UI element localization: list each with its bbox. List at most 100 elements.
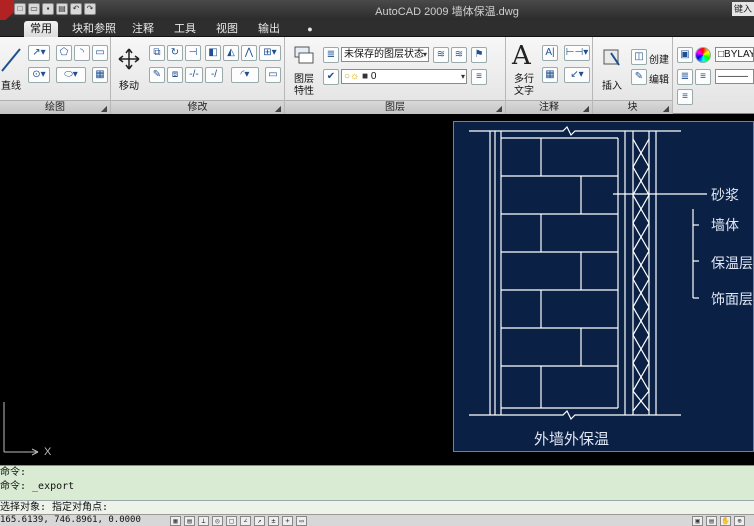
tab-output[interactable]: 输出 — [252, 21, 286, 37]
erase-icon[interactable]: ✎ — [149, 67, 165, 83]
extend-icon[interactable]: -/- — [185, 67, 203, 83]
linetype-dropdown[interactable]: ——— — [715, 69, 754, 84]
dyn-icon[interactable]: ± — [268, 516, 279, 526]
break-icon[interactable]: -/ — [205, 67, 223, 83]
osnap-icon[interactable]: □ — [226, 516, 237, 526]
polar-icon[interactable]: ◎ — [212, 516, 223, 526]
layer-isolate-icon[interactable]: ≡ — [471, 69, 487, 85]
layer-state-dropdown[interactable]: 未保存的图层状态 ▾ — [341, 47, 429, 62]
layer-properties-label-2: 特性 — [294, 86, 314, 97]
current-layer-dropdown[interactable]: ○☼ ■ 0 ▾ — [341, 69, 467, 84]
panel-block-label[interactable]: 块 ◢ — [593, 100, 672, 114]
layer-walk-icon[interactable]: ≋ — [451, 47, 467, 63]
fillet-icon[interactable]: ◜▾ — [231, 67, 259, 83]
autocad-window: □ ▭ ▪ ▤ ↶ ↷ AutoCAD 2009 墙体保温.dwg 键入 常用 … — [0, 0, 754, 526]
move-button-label: 移动 — [119, 81, 139, 92]
edit-block-icon[interactable]: ✎ — [631, 69, 647, 85]
panel-draw: 直线 ↗▾ ⬠ ◝ ▭ ⊙▾ ⬭▾ ▦ 绘图 ◢ — [0, 37, 111, 114]
ducs-icon[interactable]: ↗ — [254, 516, 265, 526]
single-line-text-icon[interactable]: A| — [542, 45, 558, 61]
grid-icon[interactable]: ▤ — [184, 516, 195, 526]
move-icon[interactable] — [117, 47, 141, 71]
lineweight-icon[interactable]: ≡ — [677, 89, 693, 105]
create-block-label[interactable]: 创建 — [649, 51, 669, 66]
list-icon[interactable]: ≣ — [677, 69, 693, 85]
color-wheel-icon[interactable] — [695, 47, 711, 63]
tab-tools[interactable]: 工具 — [168, 21, 202, 37]
panel-block: 插入 ◫ 创建 ✎ 编辑 块 ◢ — [593, 37, 673, 114]
command-history-line: 命令: — [0, 467, 27, 478]
ribbon-toggle-icon[interactable]: ● — [300, 21, 320, 37]
panel-layers-label[interactable]: 图层 ◢ — [285, 100, 505, 114]
ellipse-icon[interactable]: ⬭▾ — [56, 67, 86, 83]
multiline-text-icon[interactable]: A — [512, 41, 531, 71]
mirror-icon[interactable]: ⋀ — [241, 45, 257, 61]
tab-view[interactable]: 视图 — [210, 21, 244, 37]
label-finish: 饰面层 — [711, 292, 753, 308]
stretch-icon[interactable]: ◧ — [205, 45, 221, 61]
ucs-icon — [3, 402, 39, 456]
quick-properties-icon[interactable]: ▭ — [296, 516, 307, 526]
insert-button-label: 插入 — [602, 81, 622, 92]
layer-state-icon[interactable]: ≣ — [323, 47, 339, 63]
table-icon[interactable]: ▦ — [542, 67, 558, 83]
rotate-icon[interactable]: ↻ — [167, 45, 183, 61]
panel-modify-label[interactable]: 修改 ◢ — [111, 100, 284, 114]
leader-icon[interactable]: ↙▾ — [564, 67, 590, 83]
circle-icon[interactable]: ⊙▾ — [28, 67, 50, 83]
tab-blocks-references[interactable]: 块和参照 — [66, 21, 122, 37]
polygon-icon[interactable]: ⬠ — [56, 45, 72, 61]
copy-icon[interactable]: ⧉ — [149, 45, 165, 61]
label-mortar: 砂浆 — [711, 188, 739, 204]
layout-icon[interactable]: ▤ — [706, 516, 717, 526]
explode-icon[interactable]: ⧈ — [167, 67, 183, 83]
bylayer-color-dropdown[interactable]: □BYLAY — [715, 47, 754, 62]
lineweight-toggle-icon[interactable]: + — [282, 516, 293, 526]
rectangle-icon[interactable]: ▭ — [92, 45, 108, 61]
insert-block-icon[interactable] — [601, 47, 623, 69]
command-history: 命令: 命令: _export — [0, 465, 754, 500]
tab-home[interactable]: 常用 — [24, 21, 58, 37]
model-space-icon[interactable]: ▣ — [692, 516, 703, 526]
tab-annotate[interactable]: 注释 — [126, 21, 160, 37]
ribbon: 直线 ↗▾ ⬠ ◝ ▭ ⊙▾ ⬭▾ ▦ 绘图 ◢ 移动 ⧉ ↻ ⊣ ◧ ◭ ⋀ ⊞… — [0, 37, 754, 114]
layer-match-icon[interactable]: ✔ — [323, 69, 339, 85]
edit-block-label[interactable]: 编辑 — [649, 71, 669, 86]
zoom-icon[interactable]: ⊕ — [734, 516, 745, 526]
scale-icon[interactable]: ◭ — [223, 45, 239, 61]
mtext-label-2: 文字 — [514, 86, 534, 97]
otrack-icon[interactable]: ∠ — [240, 516, 251, 526]
command-history-line: 命令: _export — [0, 481, 75, 492]
arc-icon[interactable]: ◝ — [74, 45, 90, 61]
search-field[interactable]: 键入 — [732, 2, 754, 16]
panel-draw-label[interactable]: 绘图 ◢ — [0, 100, 110, 114]
window-title: AutoCAD 2009 墙体保温.dwg — [375, 6, 519, 18]
layer-properties-icon[interactable] — [293, 45, 315, 67]
layer-previous-icon[interactable]: ≋ — [433, 47, 449, 63]
create-block-icon[interactable]: ◫ — [631, 49, 647, 65]
pan-icon[interactable]: ✋ — [720, 516, 731, 526]
panel-properties: ▣ □BYLAY ≣ ≡ ——— ≡ — [673, 37, 754, 114]
ortho-icon[interactable]: ⊥ — [198, 516, 209, 526]
coordinates-readout: 165.6139, 746.8961, 0.0000 — [0, 515, 141, 525]
layer-on-icon: ○☼ — [344, 71, 360, 82]
trim-icon[interactable]: ⊣ — [185, 45, 201, 61]
offset-icon[interactable]: ▭ — [265, 67, 281, 83]
label-wall: 墙体 — [711, 218, 739, 234]
match-properties-icon[interactable]: ▣ — [677, 47, 693, 63]
title-bar: □ ▭ ▪ ▤ ↶ ↷ AutoCAD 2009 墙体保温.dwg 键入 — [0, 0, 754, 20]
line-icon[interactable] — [0, 45, 22, 75]
linear-dimension-icon[interactable]: ⊢⊣▾ — [564, 45, 590, 61]
array-icon[interactable]: ⊞▾ — [259, 45, 281, 61]
drawing-caption: 外墙外保温 — [534, 430, 610, 448]
snap-icon[interactable]: ▦ — [170, 516, 181, 526]
wall-insulation-drawing — [469, 125, 707, 421]
panel-annotation-label[interactable]: 注释 ◢ — [506, 100, 592, 114]
status-bar: 165.6139, 746.8961, 0.0000 ▦ ▤ ⊥ ◎ □ ∠ ↗… — [0, 514, 754, 526]
polyline-icon[interactable]: ↗▾ — [28, 45, 50, 61]
hatch-icon[interactable]: ▦ — [92, 67, 108, 83]
linetype-icon[interactable]: ≡ — [695, 69, 711, 85]
command-line-input[interactable]: 选择对象: 指定对角点: — [0, 500, 754, 514]
layer-unisolate-icon[interactable]: ⚑ — [471, 47, 487, 63]
ribbon-tab-bar: 常用 块和参照 注释 工具 视图 输出 ● — [0, 20, 754, 37]
